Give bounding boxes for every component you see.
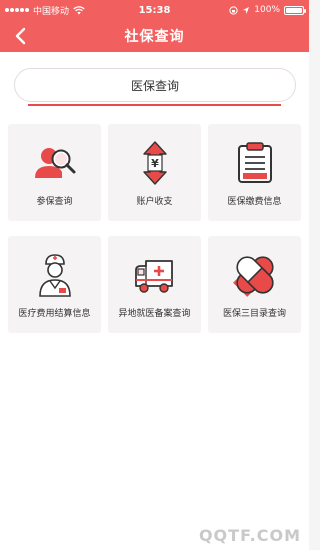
status-left: 中国移动 — [5, 4, 85, 17]
card-account-income-expense[interactable]: ¥ 账户收支 — [108, 124, 201, 221]
card-label: 账户收支 — [136, 197, 173, 207]
pill-icon — [233, 256, 274, 297]
card-label: 医保缴费信息 — [227, 197, 282, 207]
location-icon — [243, 6, 250, 14]
watermark: QQTF.COM — [198, 526, 301, 545]
function-grid: 参保查询 ¥ 账户收支 医保缴费信息 医疗费用结算信息 异地就医备案查询 医保三… — [0, 112, 309, 550]
card-label: 医保三目录查询 — [222, 309, 286, 319]
carrier-label: 中国移动 — [33, 6, 70, 17]
status-bar: 中国移动 15:38 100% — [0, 0, 309, 20]
card-insurance-enrollment-query[interactable]: 参保查询 — [8, 124, 101, 221]
signal-icon — [5, 8, 29, 12]
yuan-arrows-icon: ¥ — [143, 141, 167, 185]
chevron-left-icon — [15, 27, 26, 45]
back-button[interactable] — [8, 24, 32, 48]
person-search-icon — [35, 148, 76, 178]
card-label: 参保查询 — [36, 197, 73, 207]
tab-underline — [28, 104, 281, 106]
card-three-catalog-query[interactable]: 医保三目录查询 — [208, 236, 301, 333]
doctor-icon — [39, 254, 71, 297]
tab-area: 医保查询 — [0, 52, 309, 112]
tab-medical-insurance-query[interactable]: 医保查询 — [14, 68, 296, 102]
status-right: 100% — [229, 5, 306, 15]
page-title: 社保查询 — [124, 29, 185, 45]
battery-icon — [284, 5, 306, 15]
svg-text:¥: ¥ — [151, 157, 159, 170]
card-off-site-medical-record[interactable]: 异地就医备案查询 — [108, 236, 201, 333]
tab-label: 医保查询 — [130, 78, 179, 93]
ambulance-icon — [135, 260, 173, 293]
card-payment-info[interactable]: 医保缴费信息 — [208, 124, 301, 221]
card-medical-expense-settlement[interactable]: 医疗费用结算信息 — [8, 236, 101, 333]
wifi-icon — [73, 5, 85, 14]
battery-percent: 100% — [254, 5, 280, 15]
battery-fill — [286, 7, 302, 13]
card-label: 异地就医备案查询 — [118, 309, 191, 319]
lock-rotation-icon — [229, 5, 238, 15]
card-label: 医疗费用结算信息 — [18, 309, 91, 319]
clipboard-icon — [238, 142, 272, 183]
nav-bar: 社保查询 — [0, 20, 309, 52]
